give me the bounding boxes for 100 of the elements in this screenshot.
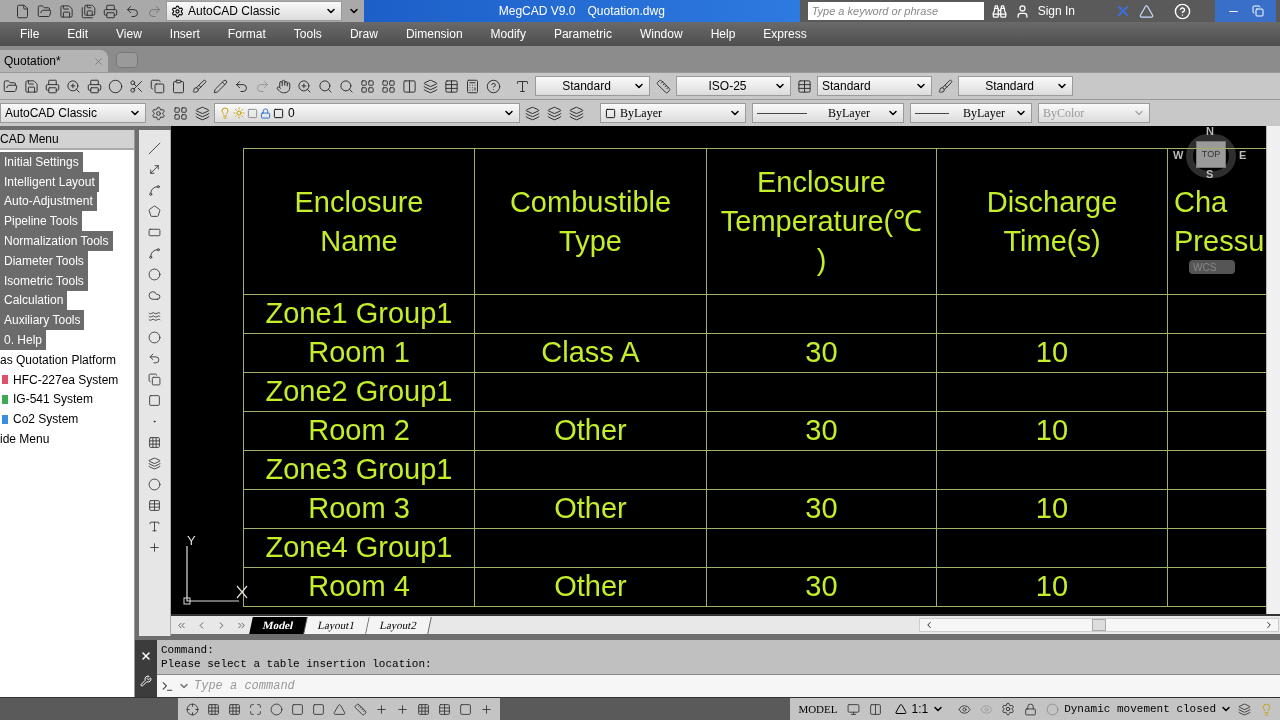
menu-item[interactable]: Format (227, 25, 266, 43)
column-header: Discharge Time(s) (986, 184, 1118, 259)
triangle-icon[interactable] (1139, 3, 1154, 19)
table-cell: Other (474, 412, 706, 451)
text-style-dropdown[interactable]: Standard (535, 76, 650, 96)
menu-item[interactable]: Modify (490, 25, 526, 43)
command-history-line: Please select a table insertion location: (161, 657, 433, 671)
table-cell: Room 1 (243, 334, 474, 373)
multileader-style-dropdown[interactable]: Standard (958, 76, 1073, 96)
lightbulb-icon (219, 107, 231, 119)
table-cell: 30 (706, 334, 936, 373)
column-header: Enclosure Temperature(℃ ) (720, 165, 923, 278)
table-cell: Other (474, 568, 706, 607)
menu-item[interactable]: Express (763, 25, 807, 43)
linetype-dropdown[interactable]: ByLayer (752, 103, 904, 123)
menu-tree-item[interactable]: Auxiliary Tools (0, 310, 85, 331)
table-cell: Zone3 Group1 (243, 451, 474, 490)
table-cell: 30 (706, 490, 936, 529)
drawing-canvas[interactable] (171, 126, 1266, 614)
menu-tree-item[interactable]: Calculation (0, 290, 68, 311)
menu-item[interactable]: View (116, 25, 142, 43)
menu-tree-item[interactable]: Co2 System (11, 410, 81, 429)
table-cell: Zone1 Group1 (243, 295, 474, 334)
menu-item[interactable]: Draw (349, 25, 378, 43)
menu-tree-item[interactable]: Isometric Tools (0, 270, 88, 291)
layout-tab[interactable]: Layout1 (304, 616, 370, 634)
menu-item[interactable]: Insert (169, 25, 200, 43)
vertical-scrollbar[interactable] (1266, 126, 1280, 614)
table-cell: Class A (474, 334, 706, 373)
restore-icon[interactable] (1252, 5, 1264, 17)
command-input[interactable]: Type a command (194, 677, 1280, 695)
menu-tree-item[interactable]: HFC-227ea System (11, 370, 121, 389)
horizontal-scrollbar[interactable] (919, 618, 1280, 632)
table-cell: Room 3 (243, 490, 474, 529)
lineweight-dropdown[interactable]: ByLayer (910, 103, 1032, 123)
compass-label: W (1173, 150, 1184, 161)
document-tab[interactable]: Quotation* (0, 50, 108, 72)
table-cell: Room 4 (243, 568, 474, 607)
menu-item[interactable]: Tools (293, 25, 322, 43)
search-field[interactable]: Type a keyword or phrase (807, 2, 984, 20)
model-space-button[interactable]: MODEL (794, 700, 842, 718)
compass-label: S (1206, 169, 1214, 180)
column-header: Cha Pressu (1174, 184, 1265, 259)
menu-item[interactable]: Window (639, 25, 683, 43)
sign-in-button[interactable]: Sign In (1037, 2, 1107, 20)
compass-label: N (1206, 126, 1214, 137)
table-cell: 30 (706, 412, 936, 451)
menu-item[interactable]: Parametric (553, 25, 612, 43)
panel-header: CAD Menu (0, 130, 134, 150)
menu-tree-item[interactable]: 0. Help (0, 330, 47, 350)
color-swatch-icon (605, 107, 616, 119)
menu-item[interactable]: Help (710, 25, 736, 43)
menu-tree-item[interactable]: Initial Settings (0, 152, 83, 172)
gear-icon (171, 4, 184, 18)
layout-tab[interactable]: Model (249, 616, 308, 634)
layer-dropdown[interactable]: 0 (214, 103, 520, 123)
color-dropdown[interactable]: ByLayer (600, 103, 746, 123)
column-header: Enclosure Name (294, 184, 424, 259)
compass-label: E (1239, 150, 1247, 161)
view-cube-face[interactable]: TOP (1196, 141, 1226, 168)
scroll-thumb[interactable] (1092, 619, 1107, 631)
menu-tree-item[interactable]: IG-541 System (11, 390, 96, 409)
annotation-scale-button[interactable]: 1:1 (887, 700, 953, 718)
binoculars-icon[interactable] (991, 3, 1007, 19)
line-sample (915, 112, 949, 114)
terminal-icon[interactable] (161, 679, 174, 693)
command-history-line: Command: (161, 643, 215, 657)
workspace-dropdown[interactable]: AutoCAD Classic (166, 1, 342, 21)
workspace-dropdown[interactable]: AutoCAD Classic (0, 103, 146, 123)
menu-item[interactable]: File (20, 25, 40, 43)
table-cell: 10 (936, 412, 1167, 451)
table-style-dropdown[interactable]: Standard (817, 76, 932, 96)
menu-tree-item[interactable]: Diameter Tools (0, 251, 88, 271)
help-icon[interactable] (1174, 2, 1191, 20)
menu-tree-item[interactable]: Auto-Adjustment (0, 191, 97, 212)
table-cell: 10 (936, 490, 1167, 529)
wrench-icon[interactable] (140, 674, 152, 687)
menu-item[interactable]: Dimension (405, 25, 463, 43)
color-swatch-icon (273, 107, 284, 119)
app-title: MegCAD V9.0 (498, 3, 576, 20)
dimension-style-dropdown[interactable]: ISO-25 (676, 76, 791, 96)
line-sample (757, 112, 807, 114)
table-cell: 10 (936, 334, 1167, 373)
menu-tree-item[interactable]: Normalization Tools (0, 231, 113, 251)
command-field[interactable]: Type a command (157, 674, 1280, 697)
menu-tree-item[interactable]: Intelligent Layout (0, 171, 99, 192)
user-icon (1014, 3, 1030, 19)
column-header: Combustible Type (509, 184, 672, 259)
table-cell: 10 (936, 568, 1167, 607)
layout-tab[interactable]: Layout2 (365, 616, 432, 634)
axis-label: Y (187, 532, 196, 550)
menu-tree-item[interactable]: Pipeline Tools (0, 211, 82, 232)
table-cell: Other (474, 490, 706, 529)
lock-icon (260, 107, 271, 119)
dynamic-movement-dropdown[interactable]: Dynamic movement closed (1064, 700, 1232, 718)
menu-item[interactable]: Edit (67, 25, 89, 43)
file-title: Quotation.dwg (587, 3, 665, 20)
close-icon[interactable] (140, 650, 152, 663)
table-cell: Zone4 Group1 (243, 529, 474, 568)
table-cell: Room 2 (243, 412, 474, 451)
